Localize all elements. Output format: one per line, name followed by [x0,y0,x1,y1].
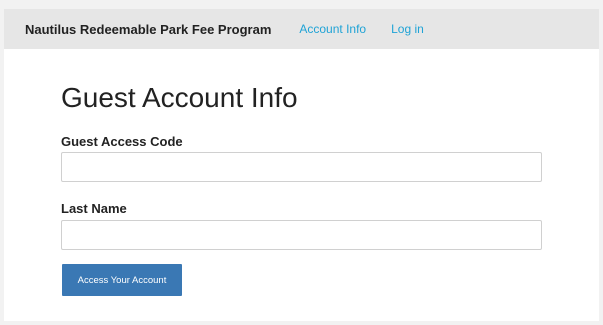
navbar: Nautilus Redeemable Park Fee Program Acc… [4,9,599,49]
nav-link-account-info[interactable]: Account Info [299,22,366,36]
brand-title[interactable]: Nautilus Redeemable Park Fee Program [25,22,271,37]
access-account-button[interactable]: Access Your Account [62,264,182,296]
main-content: Guest Account Info Guest Access Code Las… [4,49,599,321]
nav-link-log-in[interactable]: Log in [391,22,424,36]
page: Nautilus Redeemable Park Fee Program Acc… [0,0,603,325]
page-title: Guest Account Info [61,82,298,113]
guest-access-code-label: Guest Access Code [61,134,183,149]
last-name-label: Last Name [61,201,127,216]
last-name-input[interactable] [61,220,542,250]
guest-access-code-input[interactable] [61,152,542,182]
